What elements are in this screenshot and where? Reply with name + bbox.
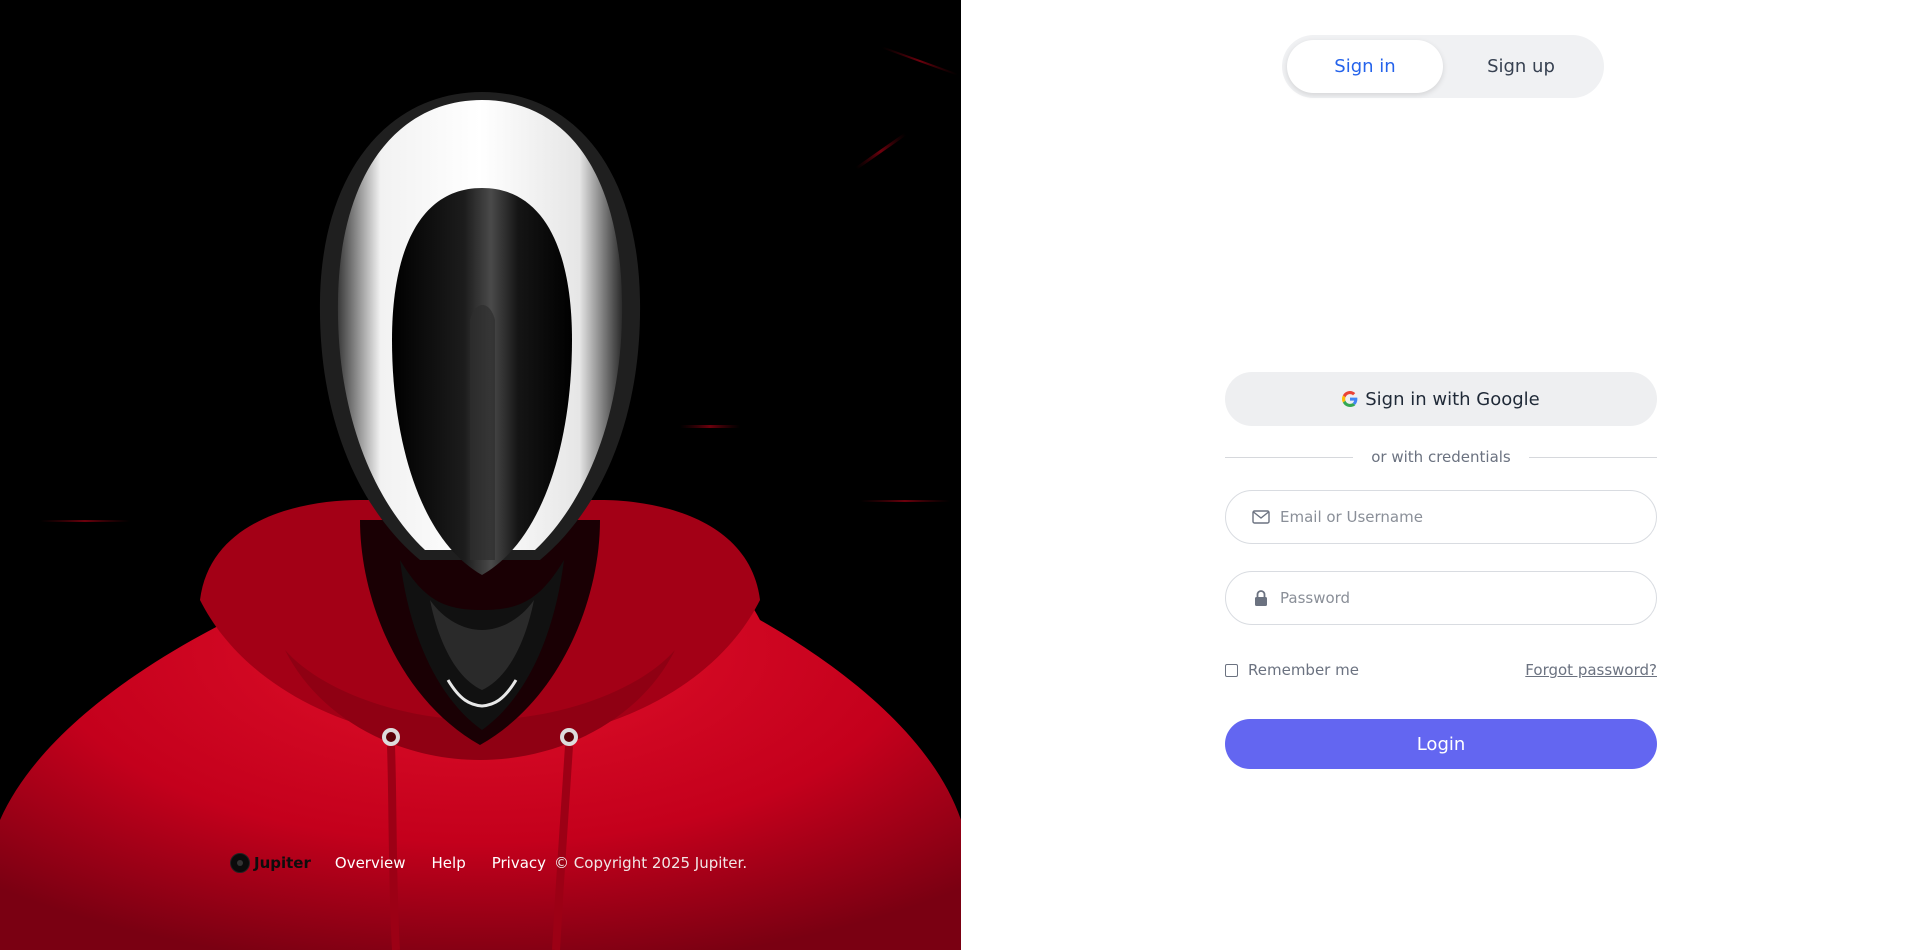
login-button[interactable]: Login (1225, 719, 1657, 769)
footer-link-privacy[interactable]: Privacy (492, 854, 546, 872)
divider-text: or with credentials (1371, 448, 1511, 466)
password-field-container (1225, 571, 1657, 625)
auth-tabs: Sign in Sign up (1282, 35, 1604, 98)
tab-sign-in[interactable]: Sign in (1287, 40, 1443, 93)
divider-line-right (1528, 456, 1657, 458)
email-field-container (1225, 490, 1657, 544)
brand[interactable]: Jupiter (230, 853, 311, 873)
google-button-label: Sign in with Google (1365, 388, 1540, 410)
credentials-divider: or with credentials (1225, 448, 1657, 466)
remember-me-label: Remember me (1248, 661, 1359, 679)
divider-line-left (1225, 456, 1354, 458)
jupiter-logo-icon (230, 853, 250, 873)
password-input[interactable] (1280, 589, 1620, 607)
tab-sign-up[interactable]: Sign up (1443, 40, 1599, 93)
email-input[interactable] (1280, 508, 1620, 526)
hero-illustration (0, 46, 961, 950)
footer-link-overview[interactable]: Overview (335, 854, 406, 872)
remember-me[interactable]: Remember me (1225, 661, 1359, 679)
footer-link-help[interactable]: Help (432, 854, 466, 872)
google-sign-in-button[interactable]: Sign in with Google (1225, 372, 1657, 426)
brand-name: Jupiter (254, 854, 311, 872)
lock-icon (1252, 589, 1270, 607)
remember-me-checkbox[interactable] (1225, 663, 1238, 677)
copyright-text: © Copyright 2025 Jupiter. (554, 854, 748, 872)
google-icon (1342, 391, 1358, 407)
forgot-password-link[interactable]: Forgot password? (1525, 661, 1657, 679)
form-options: Remember me Forgot password? (1225, 661, 1657, 679)
mail-icon (1252, 508, 1270, 526)
sign-in-form: Sign in with Google or with credentials (1225, 372, 1657, 769)
hero-footer: Jupiter Overview Help Privacy © Copyrigh… (230, 851, 747, 875)
hero-panel: Jupiter Overview Help Privacy © Copyrigh… (0, 0, 961, 950)
auth-panel: Sign in Sign up Sign in with Google or w… (961, 0, 1919, 950)
